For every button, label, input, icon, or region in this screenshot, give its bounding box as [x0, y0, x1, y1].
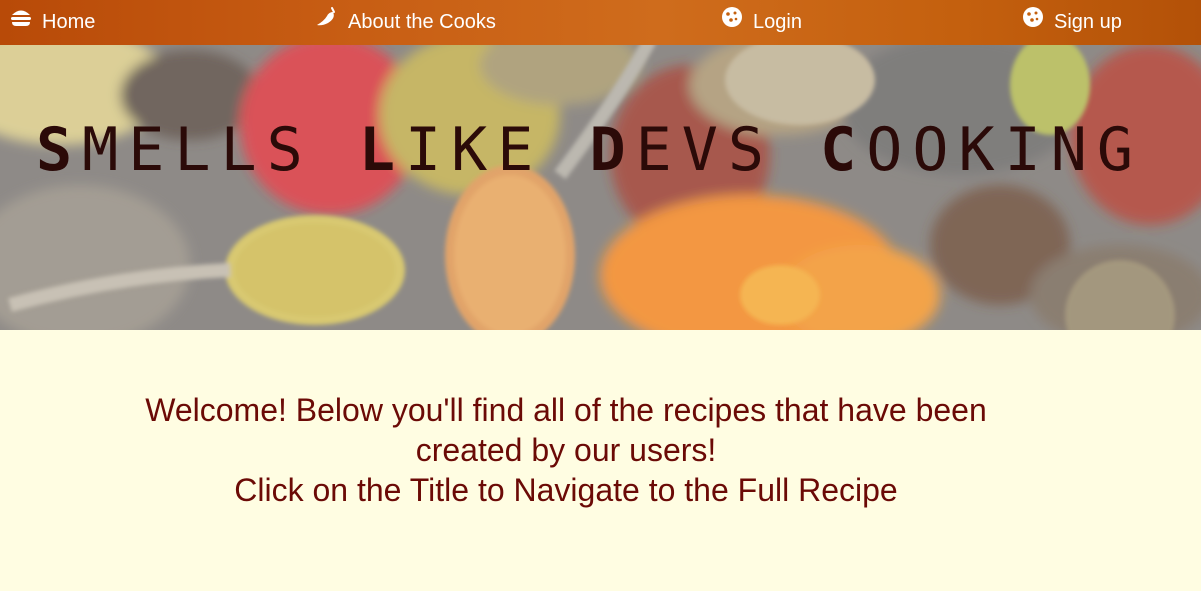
nav-login-label: Login — [753, 11, 802, 33]
burger-icon — [10, 6, 32, 28]
hero-banner: SMELLS LIKE DEVS COOKING — [0, 45, 1201, 330]
title-word-smells: SMELLS — [36, 115, 313, 185]
nav-signup-label: Sign up — [1054, 11, 1122, 33]
title-word-like: LIKE — [358, 115, 544, 185]
nav-about-link[interactable]: About the Cooks — [316, 0, 496, 45]
nav-signup-link[interactable]: Sign up — [1022, 0, 1122, 45]
navigate-instruction: Click on the Title to Navigate to the Fu… — [234, 472, 898, 508]
top-nav: Home About the Cooks Login Sign up — [0, 0, 1201, 45]
cookie-icon — [721, 6, 743, 28]
welcome-text: Welcome! Below you'll find all of the re… — [145, 392, 987, 468]
site-title: SMELLS LIKE DEVS COOKING — [36, 115, 1143, 185]
nav-home-label: Home — [42, 11, 96, 33]
chili-pepper-icon — [316, 6, 338, 28]
title-word-devs: DEVS — [589, 115, 774, 185]
nav-login-link[interactable]: Login — [721, 0, 802, 45]
welcome-message: Welcome! Below you'll find all of the re… — [66, 390, 1066, 510]
spices-background-image — [0, 45, 1201, 330]
title-word-cooking: COOKING — [820, 115, 1143, 185]
nav-about-label: About the Cooks — [348, 11, 496, 33]
nav-home-link[interactable]: Home — [10, 0, 95, 45]
cookie-icon — [1022, 6, 1044, 28]
